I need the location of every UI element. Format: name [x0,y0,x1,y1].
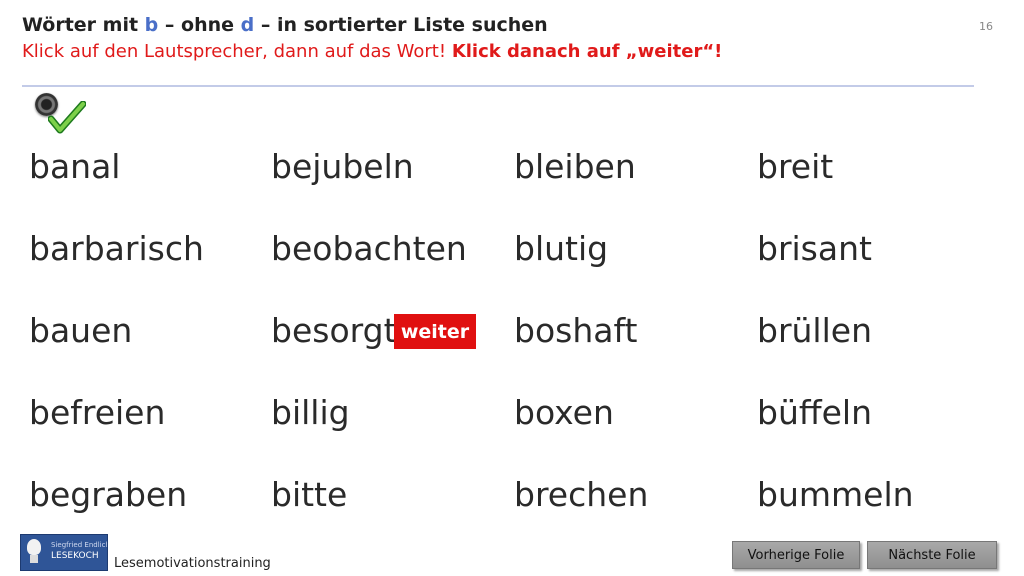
leseskoch-logo: Siegfried Endlichs LESEKOCH [20,534,108,571]
word-item[interactable]: beobachten [271,230,467,268]
footer-label: Lesemotivationstraining [114,556,271,571]
next-slide-button[interactable]: Nächste Folie [867,541,997,569]
word-item[interactable]: bummeln [757,476,914,514]
word-item[interactable]: befreien [29,394,165,432]
word-item[interactable]: blutig [514,230,608,268]
lightbulb-base [30,555,38,563]
previous-slide-button[interactable]: Vorherige Folie [732,541,860,569]
word-item[interactable]: boxen [514,394,614,432]
letter-d: d [240,14,255,36]
logo-brand: LESEKOCH [51,551,99,561]
word-item[interactable]: breit [757,148,833,186]
header-divider [22,85,974,87]
word-item[interactable]: brisant [757,230,872,268]
logo-author: Siegfried Endlichs [51,541,108,549]
slide-instruction: Klick auf den Lautsprecher, dann auf das… [22,41,723,62]
word-item[interactable]: büffeln [757,394,872,432]
checkmark-icon [48,101,86,134]
letter-b: b [144,14,159,36]
slide-number: 16 [979,20,993,33]
word-item[interactable]: begraben [29,476,187,514]
word-item[interactable]: brüllen [757,312,872,350]
word-item[interactable]: bitte [271,476,347,514]
word-item[interactable]: billig [271,394,350,432]
word-item[interactable]: bejubeln [271,148,414,186]
word-item[interactable]: brechen [514,476,648,514]
word-item[interactable]: bauen [29,312,132,350]
word-item[interactable]: banal [29,148,120,186]
slide-title: Wörter mit b – ohne d – in sortierter Li… [22,14,548,36]
word-item[interactable]: barbarisch [29,230,204,268]
lightbulb-icon [27,539,41,555]
word-item[interactable]: bleiben [514,148,636,186]
weiter-button[interactable]: weiter [394,314,476,349]
word-item[interactable]: boshaft [514,312,637,350]
word-item[interactable]: besorgt [271,312,397,350]
